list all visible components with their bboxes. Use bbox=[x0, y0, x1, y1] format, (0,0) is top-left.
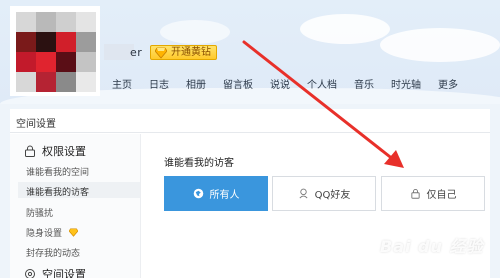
nav-item-music[interactable]: 音乐 bbox=[354, 76, 374, 91]
nav-item-profile[interactable]: 个人档 bbox=[307, 76, 337, 91]
avatar[interactable] bbox=[10, 6, 100, 96]
sidebar-item-archive-feed[interactable]: 封存我的动态 bbox=[26, 246, 80, 259]
option-label: QQ好友 bbox=[314, 190, 351, 201]
diamond-icon bbox=[155, 47, 167, 59]
nav-item-timeline[interactable]: 时光轴 bbox=[391, 76, 421, 91]
option-qq-friends[interactable]: QQ好友 bbox=[272, 176, 376, 211]
nav-item-guestbook[interactable]: 留言板 bbox=[223, 76, 253, 91]
sidebar-group-label: 空间设置 bbox=[42, 268, 86, 278]
sidebar-item-anti-harassment[interactable]: 防骚扰 bbox=[26, 206, 53, 219]
lock-icon bbox=[410, 189, 420, 199]
vip-button-label: 开通黄钻 bbox=[171, 47, 211, 58]
globe-icon bbox=[193, 188, 203, 199]
nav-item-blog[interactable]: 日志 bbox=[149, 76, 169, 91]
sidebar-group-label: 权限设置 bbox=[42, 145, 86, 158]
banner-cloud bbox=[380, 28, 500, 62]
banner-cloud bbox=[300, 14, 390, 44]
sidebar-item-who-can-view-space[interactable]: 谁能看我的空间 bbox=[26, 165, 89, 178]
option-label: 仅自己 bbox=[426, 190, 457, 201]
option-everyone[interactable]: 所有人 bbox=[164, 176, 268, 211]
nav-item-more[interactable]: 更多 bbox=[438, 76, 458, 91]
vip-button[interactable]: 开通黄钻 bbox=[150, 45, 217, 60]
lock-icon bbox=[25, 145, 35, 157]
settings-sidebar: 权限设置 谁能看我的空间 谁能看我的访客 防骚扰 隐身设置 封存我的动态 空间设… bbox=[10, 134, 141, 278]
option-only-me[interactable]: 仅自己 bbox=[381, 176, 485, 211]
nav-item-home[interactable]: 主页 bbox=[112, 76, 132, 91]
main-nav: 主页 日志 相册 留言板 说说 个人档 音乐 时光轴 更多 bbox=[112, 76, 475, 91]
watermark-url: jingyan.baidu.com bbox=[398, 254, 482, 264]
diamond-icon bbox=[68, 228, 78, 237]
sidebar-item-label: 隐身设置 bbox=[26, 229, 63, 239]
option-label: 所有人 bbox=[209, 190, 240, 201]
sidebar-item-who-can-view-visitors[interactable]: 谁能看我的访客 bbox=[26, 185, 89, 198]
profile-banner: er 开通黄钻 主页 日志 相册 留言板 说说 个人档 音乐 时光轴 更多 bbox=[0, 0, 500, 104]
sidebar-item-invisible[interactable]: 隐身设置 bbox=[26, 226, 78, 239]
settings-icon bbox=[25, 269, 35, 278]
panel-title: 空间设置 bbox=[10, 109, 490, 133]
sidebar-group-permissions[interactable]: 权限设置 bbox=[24, 143, 86, 159]
nav-item-album[interactable]: 相册 bbox=[186, 76, 206, 91]
content-title: 谁能看我的访客 bbox=[164, 158, 234, 169]
nav-item-shuoshuo[interactable]: 说说 bbox=[270, 76, 290, 91]
sidebar-group-space-settings[interactable]: 空间设置 bbox=[24, 266, 86, 278]
username: er bbox=[130, 46, 143, 59]
user-icon bbox=[299, 188, 308, 199]
banner-cloud bbox=[160, 20, 230, 44]
